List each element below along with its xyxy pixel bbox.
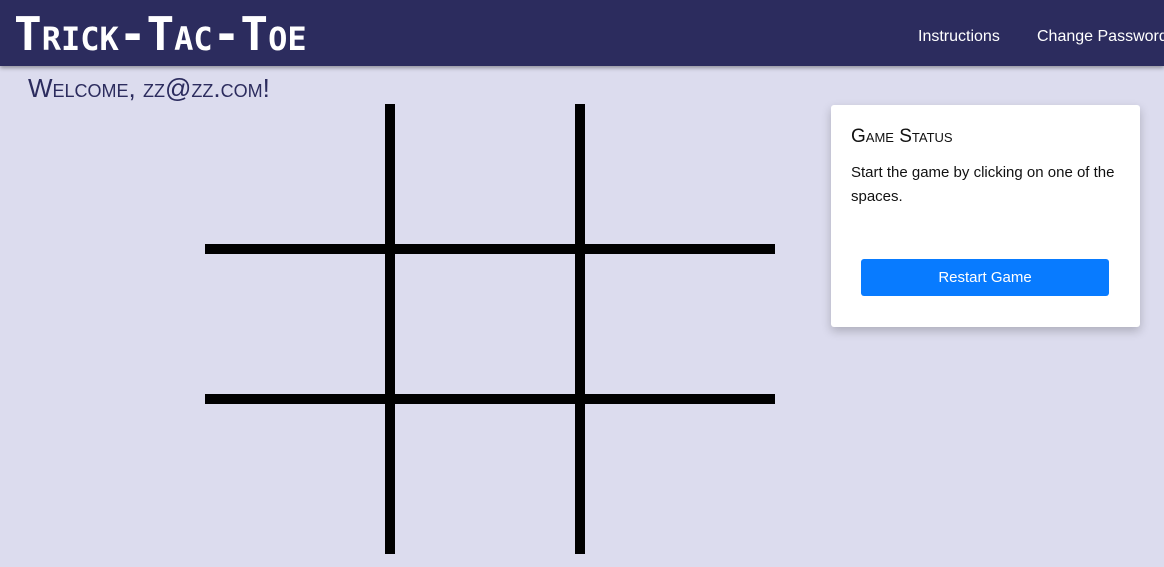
game-status-title: Game Status: [851, 126, 953, 147]
game-status-message: Start the game by clicking on one of the…: [851, 164, 1115, 205]
board-cell-6[interactable]: [585, 254, 775, 394]
nav-link-change-password[interactable]: Change Password: [1037, 27, 1164, 47]
board-cell-2[interactable]: [395, 104, 575, 244]
board-cell-5[interactable]: [395, 254, 575, 394]
board-cell-1[interactable]: [205, 104, 385, 244]
board-cell-3[interactable]: [585, 104, 775, 244]
nav-link-instructions[interactable]: Instructions: [918, 27, 1000, 47]
board-line-horizontal-bottom: [205, 394, 775, 404]
navbar: Trick-Tac-Toe Instructions Change Passwo…: [0, 0, 1164, 66]
board-cell-8[interactable]: [395, 404, 575, 554]
restart-game-button[interactable]: Restart Game: [861, 259, 1109, 296]
board-cell-9[interactable]: [585, 404, 775, 554]
board-line-vertical-right: [575, 104, 585, 554]
welcome-message: Welcome, zz@zz.com!: [28, 73, 270, 103]
brand-logo[interactable]: Trick-Tac-Toe: [14, 9, 307, 59]
board-line-horizontal-top: [205, 244, 775, 254]
game-board: [205, 104, 775, 554]
game-status-card: Game Status Start the game by clicking o…: [831, 105, 1140, 327]
board-cell-7[interactable]: [205, 404, 385, 554]
board-line-vertical-left: [385, 104, 395, 554]
board-cell-4[interactable]: [205, 254, 385, 394]
